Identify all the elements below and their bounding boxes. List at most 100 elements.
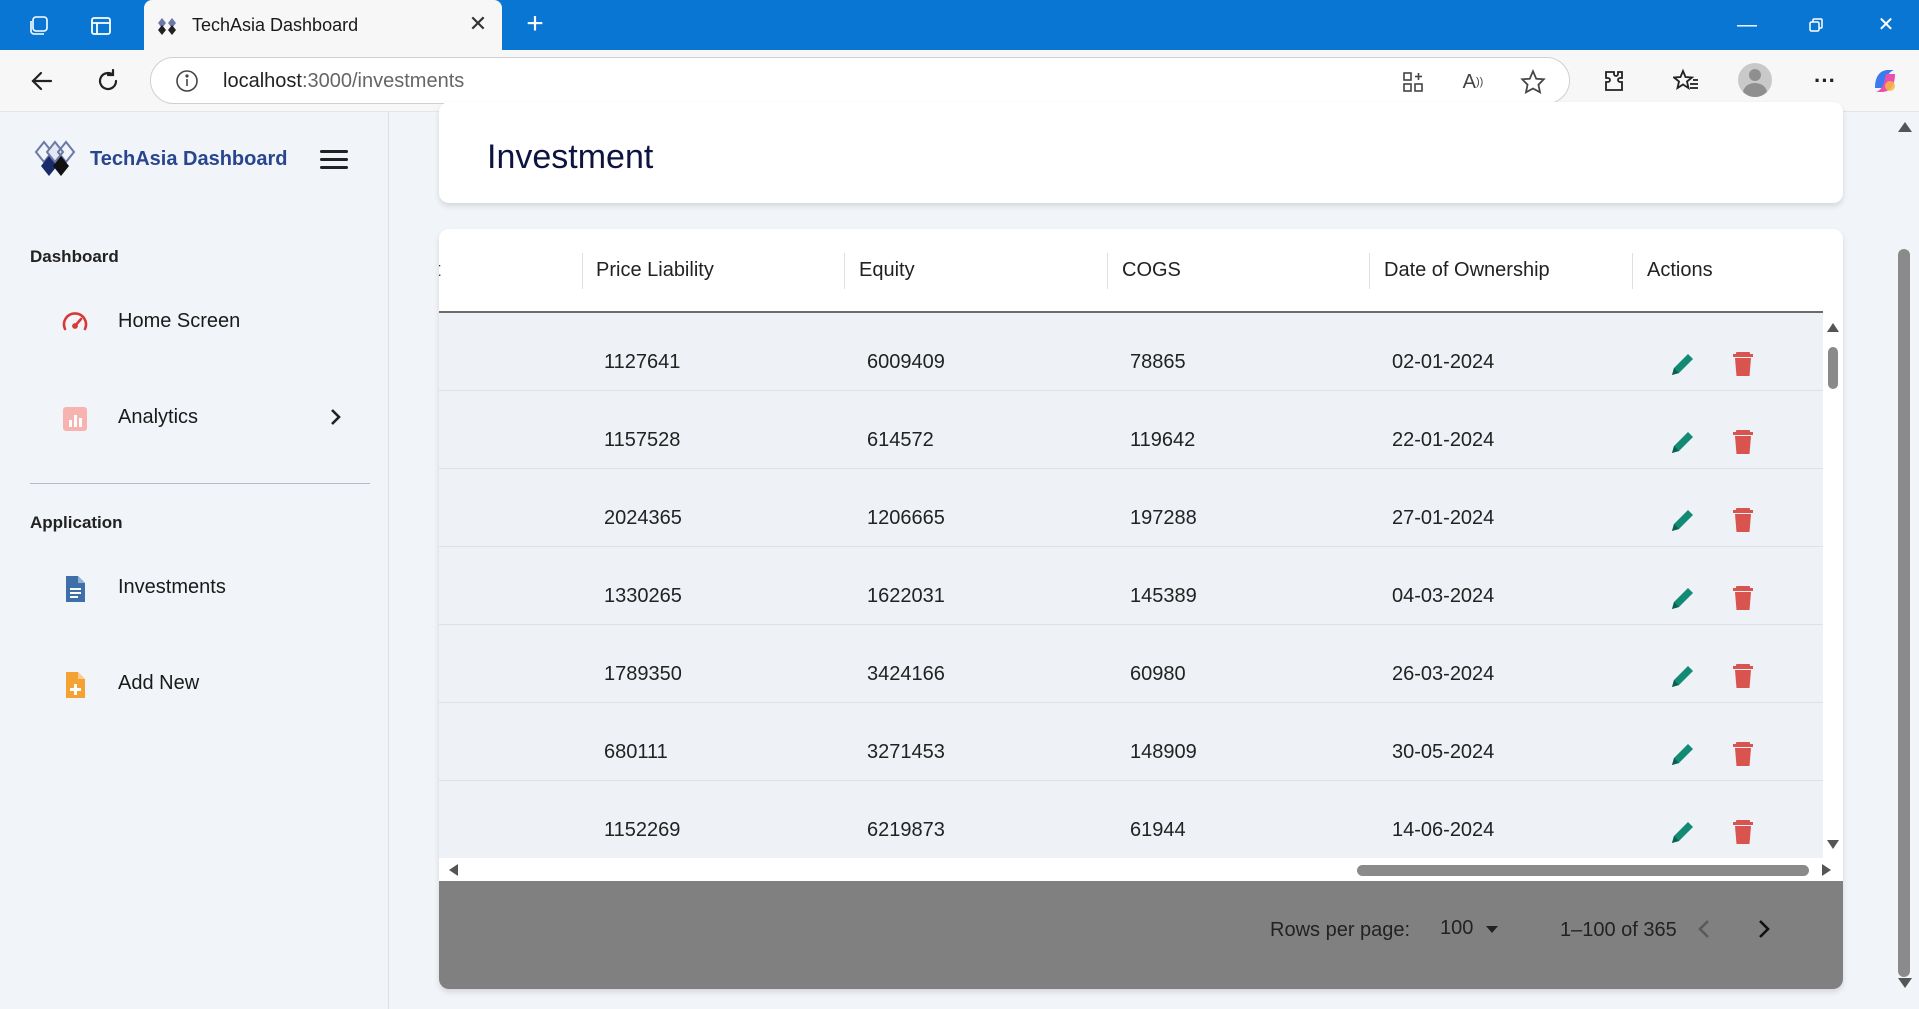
back-arrow-icon[interactable]	[25, 64, 59, 98]
section-label-dashboard: Dashboard	[30, 247, 119, 266]
edit-pencil-icon[interactable]	[1668, 661, 1698, 691]
scroll-thumb[interactable]	[1357, 865, 1809, 876]
previous-page-icon[interactable]	[1689, 913, 1721, 945]
column-header-date-of-ownership[interactable]: Date of Ownership	[1384, 259, 1550, 282]
table-vertical-scrollbar[interactable]	[1823, 313, 1843, 858]
delete-trash-icon[interactable]	[1728, 739, 1758, 769]
scroll-up-arrow-icon[interactable]	[1898, 122, 1912, 132]
copilot-icon[interactable]	[1868, 64, 1902, 98]
column-header-cogs[interactable]: COGS	[1122, 259, 1181, 282]
cell-equity: 1206665	[867, 507, 945, 529]
scroll-thumb[interactable]	[1898, 249, 1910, 977]
sidebar-item-investments[interactable]: Investments	[30, 560, 370, 616]
sidebar-item-label: Investments	[118, 576, 226, 598]
cell-date: 02-01-2024	[1392, 351, 1495, 373]
sidebar-item-label: Home Screen	[118, 310, 241, 332]
table-body: 1127641 6009409 78865 02-01-2024 1157528…	[439, 313, 1823, 858]
cell-date: 27-01-2024	[1392, 507, 1495, 529]
cell-cogs: 145389	[1130, 585, 1197, 607]
workspaces-icon[interactable]	[26, 13, 52, 39]
more-options-icon[interactable]: ···	[1808, 64, 1842, 98]
extensions-icon[interactable]	[1597, 64, 1631, 98]
delete-trash-icon[interactable]	[1728, 505, 1758, 535]
chevron-right-icon	[331, 409, 341, 425]
column-separator[interactable]	[1632, 253, 1633, 289]
favorites-icon[interactable]	[1669, 64, 1703, 98]
delete-trash-icon[interactable]	[1728, 427, 1758, 457]
scroll-thumb[interactable]	[1828, 347, 1838, 389]
rows-per-page-select[interactable]: 100	[1440, 917, 1473, 940]
column-header-price-liability[interactable]: Price Liability	[596, 259, 714, 282]
delete-trash-icon[interactable]	[1728, 661, 1758, 691]
profile-avatar[interactable]	[1738, 63, 1772, 97]
delete-trash-icon[interactable]	[1728, 583, 1758, 613]
scroll-down-arrow-icon[interactable]	[1898, 978, 1912, 988]
table-horizontal-scrollbar[interactable]	[439, 858, 1843, 881]
column-separator[interactable]	[1369, 253, 1370, 289]
tab-title: TechAsia Dashboard	[192, 15, 359, 35]
read-aloud-icon[interactable]: A))	[1459, 68, 1487, 96]
column-separator[interactable]	[1107, 253, 1108, 289]
favorite-star-icon[interactable]	[1519, 68, 1547, 96]
address-bar[interactable]: localhost:3000/investments A))	[150, 57, 1570, 104]
close-window-icon[interactable]: ✕	[1871, 12, 1901, 38]
column-header-equity[interactable]: Equity	[859, 259, 915, 282]
edit-pencil-icon[interactable]	[1668, 349, 1698, 379]
scroll-down-arrow-icon[interactable]	[1827, 840, 1839, 849]
site-info-icon[interactable]	[175, 69, 199, 93]
investment-table: t Price Liability Equity COGS Date of Ow…	[439, 229, 1843, 989]
sidebar-item-label: Analytics	[118, 406, 199, 428]
cell-price-liability: 680111	[604, 741, 668, 763]
cell-date: 30-05-2024	[1392, 741, 1495, 763]
table-row: 1330265 1622031 145389 04-03-2024	[439, 547, 1823, 625]
edit-pencil-icon[interactable]	[1668, 583, 1698, 613]
column-header-truncated[interactable]: t	[439, 259, 441, 282]
column-separator[interactable]	[844, 253, 845, 289]
next-page-icon[interactable]	[1747, 913, 1779, 945]
browser-titlebar: TechAsia Dashboard ✕ + — ✕	[0, 0, 1919, 50]
edit-pencil-icon[interactable]	[1668, 427, 1698, 457]
sidebar-divider	[30, 483, 370, 484]
cell-price-liability: 2024365	[604, 507, 682, 529]
menu-toggle-icon[interactable]	[320, 148, 350, 172]
favicon-icon	[158, 18, 176, 35]
sidebar-item-analytics[interactable]: Analytics	[30, 390, 370, 446]
cell-equity: 3271453	[867, 741, 945, 763]
edit-pencil-icon[interactable]	[1668, 505, 1698, 535]
scroll-right-arrow-icon[interactable]	[1822, 864, 1831, 876]
cell-price-liability: 1330265	[604, 585, 682, 607]
scroll-up-arrow-icon[interactable]	[1827, 323, 1839, 332]
minimize-icon[interactable]: —	[1732, 12, 1762, 38]
cell-price-liability: 1157528	[604, 429, 681, 451]
column-separator[interactable]	[582, 253, 583, 289]
tab-actions-icon[interactable]	[88, 13, 114, 39]
cell-equity: 614572	[867, 429, 934, 451]
browser-tab-active[interactable]: TechAsia Dashboard ✕	[144, 0, 502, 50]
techasia-logo	[34, 140, 76, 176]
sidebar-item-label: Add New	[118, 672, 200, 694]
dropdown-caret-icon[interactable]	[1486, 926, 1498, 933]
app-available-icon[interactable]	[1399, 68, 1427, 96]
new-tab-icon[interactable]: +	[520, 9, 550, 40]
edit-pencil-icon[interactable]	[1668, 817, 1698, 847]
table-row: 1127641 6009409 78865 02-01-2024	[439, 313, 1823, 391]
page-header-card: Investment	[439, 102, 1843, 203]
cell-cogs: 148909	[1130, 741, 1197, 763]
sidebar: TechAsia Dashboard Dashboard Home Screen…	[6, 112, 389, 1009]
cell-date: 14-06-2024	[1392, 819, 1495, 841]
delete-trash-icon[interactable]	[1728, 349, 1758, 379]
delete-trash-icon[interactable]	[1728, 817, 1758, 847]
restore-icon[interactable]	[1801, 12, 1831, 38]
cell-price-liability: 1152269	[604, 819, 681, 841]
page-vertical-scrollbar[interactable]	[1894, 112, 1919, 1009]
sidebar-item-add-new[interactable]: Add New	[30, 656, 370, 712]
url-text[interactable]: localhost:3000/investments	[223, 70, 464, 93]
cell-equity: 3424166	[867, 663, 945, 685]
sidebar-item-home-screen[interactable]: Home Screen	[30, 294, 370, 350]
rows-per-page-label: Rows per page:	[1270, 919, 1411, 941]
refresh-icon[interactable]	[91, 64, 125, 98]
close-tab-icon[interactable]: ✕	[466, 12, 490, 36]
speedometer-icon	[62, 312, 88, 331]
edit-pencil-icon[interactable]	[1668, 739, 1698, 769]
scroll-left-arrow-icon[interactable]	[449, 864, 458, 876]
